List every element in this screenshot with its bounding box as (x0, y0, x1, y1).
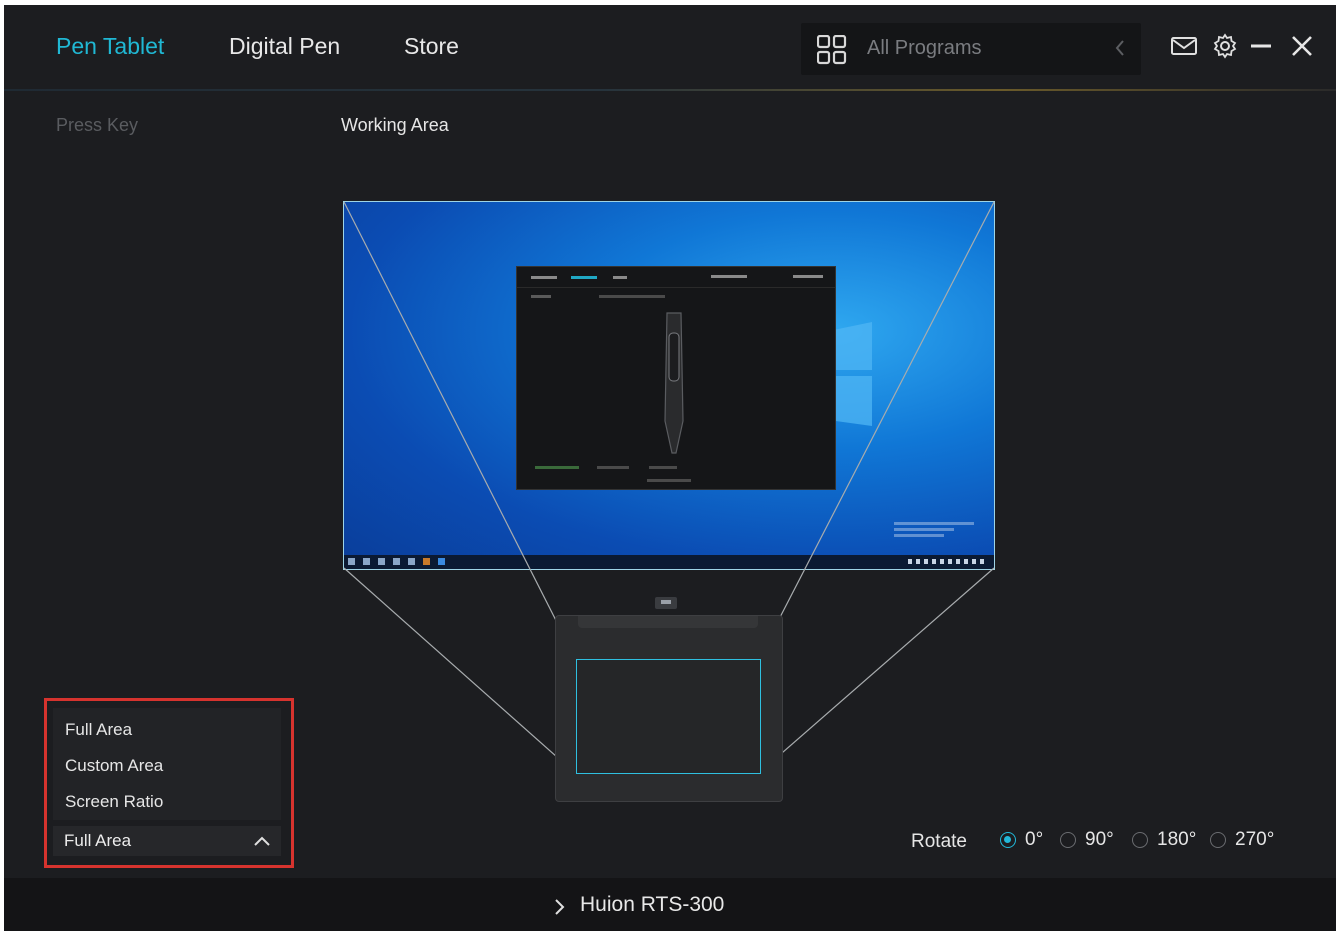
close-icon[interactable] (1290, 34, 1314, 58)
radio-unchecked-icon (1060, 832, 1076, 848)
area-option-full-area[interactable]: Full Area (65, 720, 132, 740)
chevron-right-icon (555, 899, 565, 915)
tab-digital-pen[interactable]: Digital Pen (229, 33, 340, 60)
tablet-top-edge (578, 616, 758, 628)
mini-app-screenshot (516, 266, 836, 490)
chevron-up-icon (254, 836, 270, 846)
chevron-left-icon[interactable] (1113, 37, 1127, 59)
gear-icon[interactable] (1212, 33, 1238, 59)
tablet-working-area (576, 659, 761, 774)
rotate-option-label: 90° (1085, 829, 1114, 850)
rotate-option-label: 270° (1235, 829, 1275, 850)
subtab-working-area[interactable]: Working Area (341, 115, 449, 136)
tablet-indicator (655, 597, 677, 609)
area-dropdown-select[interactable]: Full Area (53, 826, 281, 856)
area-dropdown-menu: Full Area Custom Area Screen Ratio (53, 708, 281, 820)
tab-store[interactable]: Store (404, 33, 459, 60)
rotate-option-label: 0° (1025, 829, 1044, 850)
radio-checked-icon (1000, 832, 1016, 848)
activation-watermark (894, 522, 974, 537)
monitor-preview (343, 201, 995, 570)
tablet-illustration (555, 615, 783, 802)
radio-unchecked-icon (1132, 832, 1148, 848)
radio-unchecked-icon (1210, 832, 1226, 848)
program-selector[interactable]: All Programs (801, 23, 1141, 75)
program-selector-label: All Programs (867, 37, 982, 59)
rotate-label: Rotate (911, 831, 967, 852)
windows-taskbar (344, 555, 994, 569)
huion-driver-window: Pen Tablet Digital Pen Store All Program… (4, 5, 1336, 931)
area-option-screen-ratio[interactable]: Screen Ratio (65, 792, 163, 812)
rotate-radio-0[interactable]: 0° (1000, 829, 1043, 851)
digital-pen-icon (664, 312, 684, 454)
device-footer[interactable]: Huion RTS-300 (4, 878, 1336, 931)
tab-pen-tablet[interactable]: Pen Tablet (56, 33, 164, 60)
area-option-custom-area[interactable]: Custom Area (65, 756, 163, 776)
device-name: Huion RTS-300 (580, 893, 725, 916)
subtab-press-key[interactable]: Press Key (56, 115, 138, 136)
rotate-option-label: 180° (1157, 829, 1197, 850)
grid-icon (817, 35, 847, 65)
area-dropdown-highlight: Full Area Custom Area Screen Ratio Full … (44, 698, 294, 868)
area-dropdown-value: Full Area (64, 831, 132, 850)
rotate-radio-90[interactable]: 90° (1060, 829, 1114, 851)
rotate-radio-270[interactable]: 270° (1210, 829, 1274, 851)
mini-app-header (517, 267, 835, 288)
mail-icon[interactable] (1170, 35, 1198, 57)
rotate-radio-180[interactable]: 180° (1132, 829, 1196, 851)
top-bar: Pen Tablet Digital Pen Store All Program… (4, 5, 1336, 91)
minimize-icon[interactable] (1249, 35, 1273, 57)
